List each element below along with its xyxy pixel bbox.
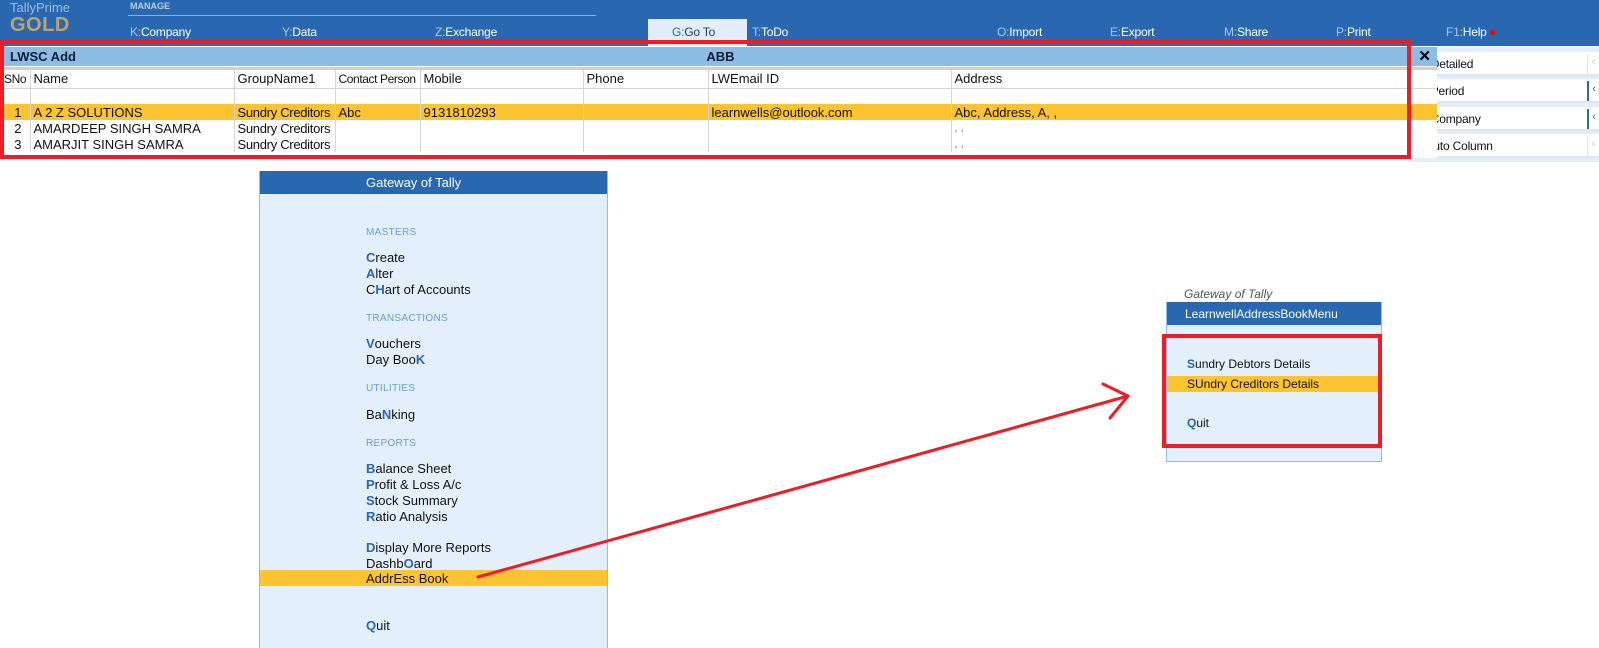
manage-section-label: MANAGE (130, 1, 170, 11)
cell-sno: 2 (4, 120, 31, 136)
menu-item-sundry-debtors[interactable]: Sundry Debtors Details (1187, 357, 1310, 371)
chevron-left-icon: ‹ (1587, 81, 1599, 101)
menu-print[interactable]: P:Print (1336, 25, 1371, 39)
side-button-auto-column[interactable]: N:Auto Column ‹ (1412, 134, 1599, 158)
cell-group: Sundry Creditors (234, 104, 336, 120)
side-button-company[interactable]: F3:Company ‹ (1412, 107, 1599, 131)
menu-item-chart-of-accounts[interactable]: CHart of Accounts (366, 282, 471, 297)
cell-mobile (420, 120, 584, 136)
menu-item-day-book[interactable]: Day BooK (366, 352, 425, 367)
cell-mobile (420, 136, 584, 152)
table-row[interactable]: 1 A 2 Z SOLUTIONS Sundry Creditors Abc 9… (4, 104, 1437, 120)
section-masters: MASTERS (366, 227, 417, 238)
report-titlebar: ABB LWSC Add ✕ (4, 47, 1437, 66)
cell-contact (335, 120, 421, 136)
cell-address: , , (954, 122, 964, 134)
close-icon[interactable]: ✕ (1418, 47, 1431, 65)
menu-item-quit[interactable]: Quit (366, 618, 390, 633)
cell-email: learnwells@outlook.com (708, 104, 952, 120)
menu-todo[interactable]: T:ToDo (752, 25, 788, 39)
menu-company[interactable]: K:Company (130, 25, 191, 39)
section-utilities: UTILITIES (366, 383, 416, 394)
brand-edition: GOLD (10, 14, 70, 36)
cell-contact (335, 136, 421, 152)
cell-mobile: 9131810293 (420, 104, 584, 120)
menu-item-alter[interactable]: Alter (366, 266, 393, 281)
menu-item-sundry-creditors[interactable]: SUndry Creditors Details (1187, 377, 1319, 391)
side-button-detailed[interactable]: F1:Detailed ‹ (1412, 52, 1599, 76)
breadcrumb-caption: Gateway of Tally (1184, 287, 1273, 301)
arrow-head-icon (1101, 382, 1130, 420)
menu-import[interactable]: O:Import (997, 25, 1042, 39)
menu-item-create[interactable]: Create (366, 250, 405, 265)
table-row[interactable]: 3 AMARJIT SINGH SAMRA Sundry Creditors ,… (4, 136, 1437, 152)
report-title: LWSC Add (10, 49, 76, 64)
column-header-mobile[interactable]: Mobile (420, 70, 584, 89)
menu-item-banking[interactable]: BaNking (366, 407, 415, 422)
section-transactions: TRANSACTIONS (366, 313, 448, 324)
menu-exchange[interactable]: Z:Exchange (435, 25, 497, 39)
cell-name: AMARJIT SINGH SAMRA (30, 136, 235, 152)
gateway-of-tally-panel: Gateway of Tally MASTERS Create Alter CH… (259, 171, 608, 648)
cell-phone (583, 136, 709, 152)
menu-item-vouchers[interactable]: Vouchers (366, 336, 421, 351)
cell-email (708, 136, 952, 152)
cell-contact: Abc (335, 104, 421, 120)
column-header-address[interactable]: Address (951, 70, 1437, 89)
brand-name: TallyPrime (10, 0, 70, 15)
menu-item-address-book[interactable]: AddrEss Book (366, 571, 448, 586)
menu-item-quit[interactable]: Quit (1187, 416, 1209, 430)
menu-item-balance-sheet[interactable]: Balance Sheet (366, 461, 451, 476)
cell-address: , , (954, 138, 964, 150)
report-table: SNo Name GroupName1 Contact Person Mobil… (4, 70, 1437, 152)
chevron-left-icon: ‹ (1587, 54, 1599, 74)
cell-sno: 3 (4, 136, 31, 152)
table-spacer-row (4, 88, 1437, 104)
cell-group: Sundry Creditors (234, 120, 336, 136)
menu-data[interactable]: Y:Data (282, 25, 317, 39)
cell-phone (583, 120, 709, 136)
menu-go-to[interactable]: G:Go To (648, 19, 747, 46)
table-header-row: SNo Name GroupName1 Contact Person Mobil… (4, 70, 1437, 89)
menu-item-dashboard[interactable]: DashbOard (366, 556, 433, 571)
menu-item-ratio-analysis[interactable]: Ratio Analysis (366, 509, 448, 524)
manage-divider (128, 15, 596, 16)
cell-name: AMARDEEP SINGH SAMRA (30, 120, 235, 136)
table-row[interactable]: 2 AMARDEEP SINGH SAMRA Sundry Creditors … (4, 120, 1437, 136)
learnwell-menu-title: LearnwellAddressBookMenu (1167, 302, 1381, 325)
menu-item-stock-summary[interactable]: Stock Summary (366, 493, 458, 508)
side-button-period[interactable]: F2:Period ‹ (1412, 79, 1599, 103)
cell-name: A 2 Z SOLUTIONS (30, 104, 235, 120)
section-reports: REPORTS (366, 438, 417, 449)
menu-export[interactable]: E:Export (1110, 25, 1155, 39)
menu-share[interactable]: M:Share (1224, 25, 1268, 39)
report-company-name: ABB (706, 49, 735, 64)
learnwell-address-book-menu: LearnwellAddressBookMenu Sundry Debtors … (1166, 302, 1382, 462)
column-header-phone[interactable]: Phone (583, 70, 709, 89)
column-header-groupname[interactable]: GroupName1 (234, 70, 336, 89)
cell-address: Abc, Address, A, , (951, 104, 1437, 120)
chevron-left-icon: ‹ (1587, 109, 1599, 129)
top-bar: TallyPrime GOLD MANAGE K:Company Y:Data … (0, 0, 1599, 46)
menu-item-profit-loss[interactable]: Profit & Loss A/c (366, 477, 461, 492)
notification-dot-icon (1489, 30, 1495, 36)
cell-sno: 1 (4, 104, 31, 120)
column-header-name[interactable]: Name (30, 70, 235, 89)
cell-phone (583, 104, 709, 120)
gateway-title: Gateway of Tally (260, 171, 607, 194)
column-header-contact-person[interactable]: Contact Person (335, 70, 421, 89)
menu-help[interactable]: F1:Help (1446, 25, 1495, 39)
menu-item-display-more-reports[interactable]: Display More Reports (366, 540, 491, 555)
cell-group: Sundry Creditors (234, 136, 336, 152)
column-header-email[interactable]: LWEmail ID (708, 70, 952, 89)
chevron-left-icon: ‹ (1587, 136, 1599, 156)
column-header-sno[interactable]: SNo (4, 70, 31, 89)
cell-email (708, 120, 952, 136)
report-window: ABB LWSC Add ✕ SNo Name GroupName1 Conta… (4, 47, 1437, 158)
